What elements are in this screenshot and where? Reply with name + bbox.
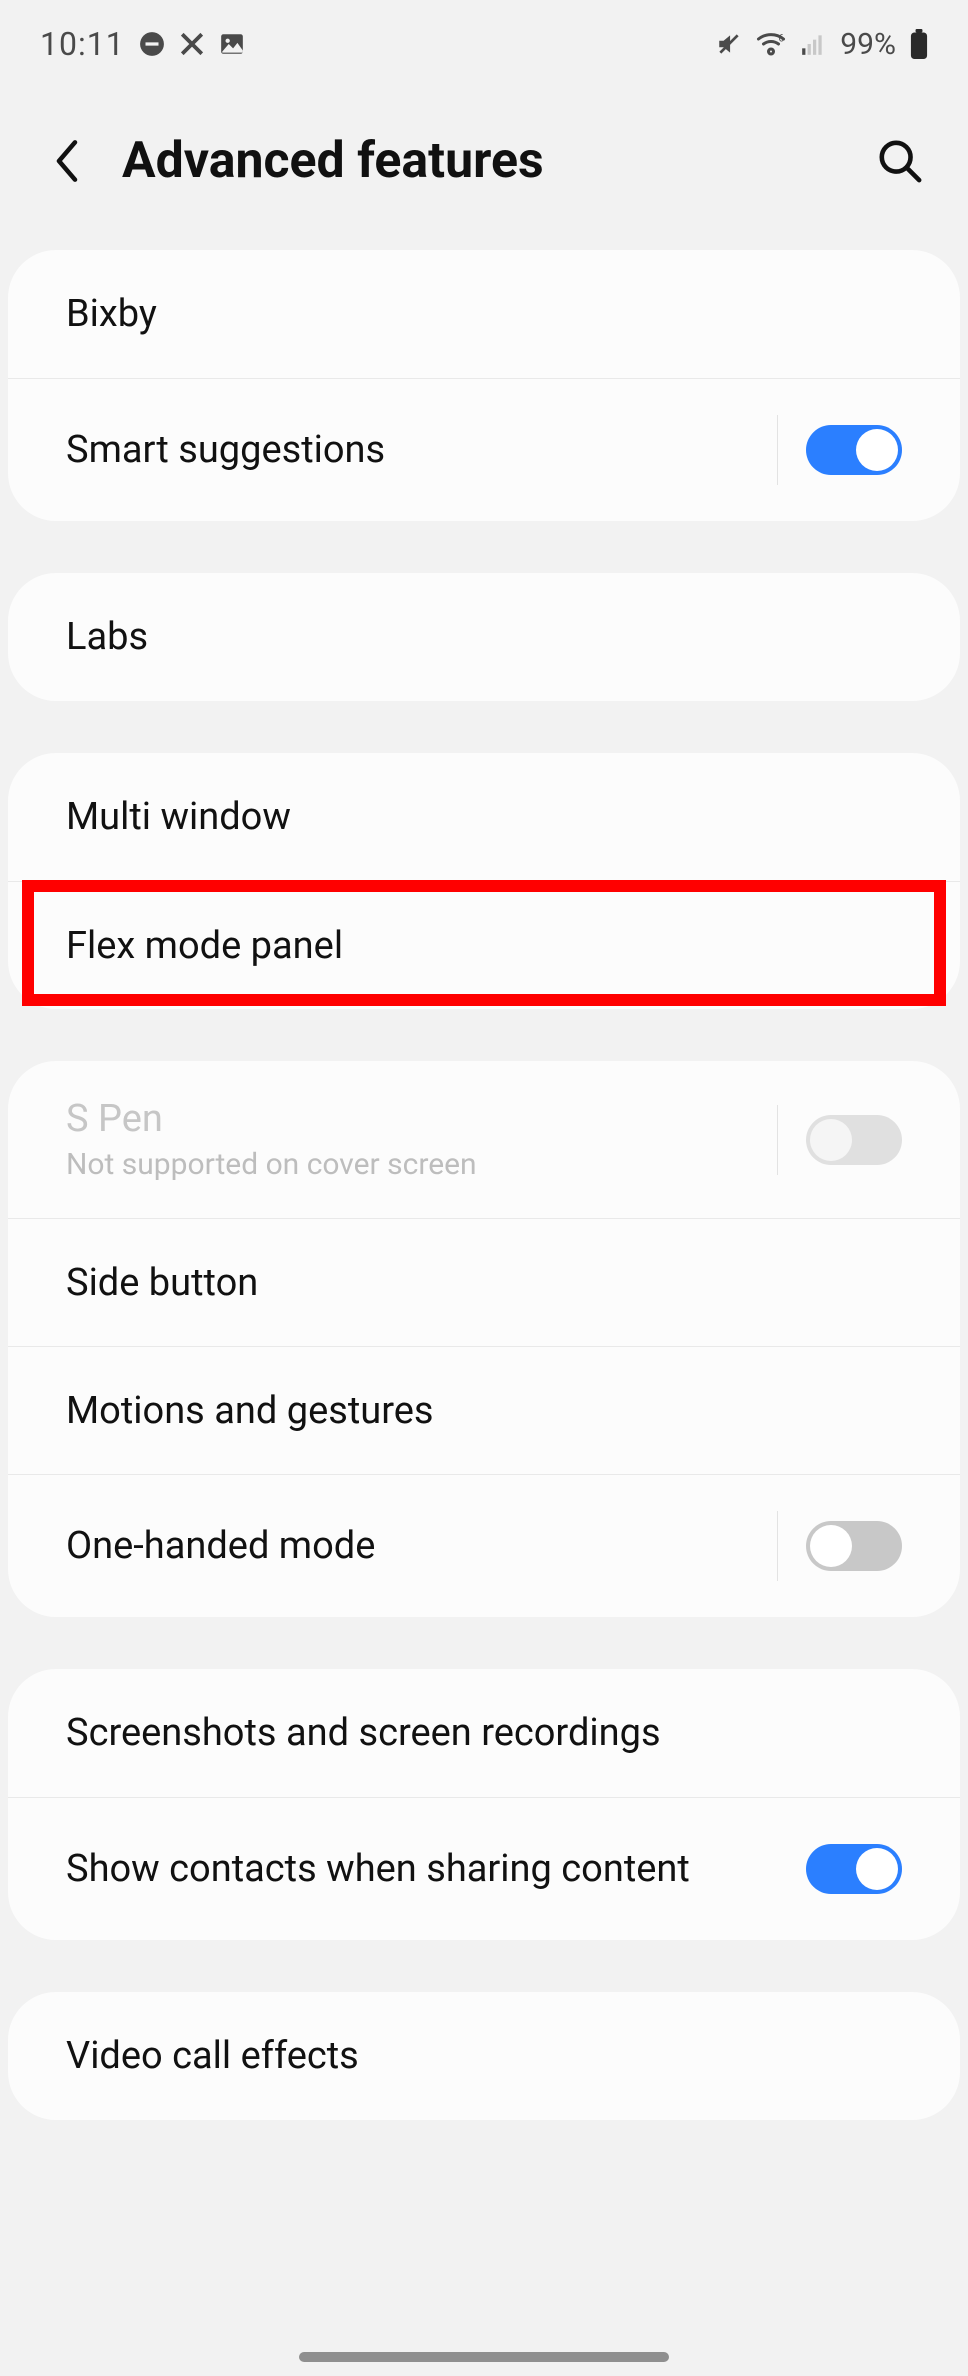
status-bar: 10:11 6 99% <box>0 0 968 88</box>
toggle-show-contacts-sharing[interactable] <box>806 1844 902 1894</box>
gallery-icon <box>219 31 245 57</box>
item-title: Motions and gestures <box>66 1389 902 1433</box>
item-title: Flex mode panel <box>66 924 902 968</box>
toggle-smart-suggestions[interactable] <box>806 425 902 475</box>
settings-item-flex-mode-panel[interactable]: Flex mode panel <box>8 881 960 1009</box>
toggle-wrap <box>777 1511 902 1581</box>
battery-icon <box>910 29 928 59</box>
item-title: Screenshots and screen recordings <box>66 1711 902 1755</box>
settings-group: Multi window Flex mode panel <box>8 753 960 1009</box>
toggle-wrap <box>777 1105 902 1175</box>
settings-item-motions-gestures[interactable]: Motions and gestures <box>8 1346 960 1474</box>
toggle-wrap <box>806 1834 902 1904</box>
battery-percentage: 99% <box>840 27 896 62</box>
back-button[interactable] <box>40 134 94 188</box>
mute-icon <box>716 31 742 57</box>
settings-item-one-handed-mode[interactable]: One-handed mode <box>8 1474 960 1617</box>
item-title: Multi window <box>66 795 902 839</box>
settings-item-bixby[interactable]: Bixby <box>8 250 960 378</box>
item-title: Labs <box>66 615 902 659</box>
settings-item-s-pen: S Pen Not supported on cover screen <box>8 1061 960 1218</box>
toggle-wrap <box>777 415 902 485</box>
settings-group: Labs <box>8 573 960 701</box>
settings-item-labs[interactable]: Labs <box>8 573 960 701</box>
item-title: Smart suggestions <box>66 428 777 472</box>
search-button[interactable] <box>872 133 928 189</box>
settings-item-screenshots-recordings[interactable]: Screenshots and screen recordings <box>8 1669 960 1797</box>
item-title: Show contacts when sharing content <box>66 1847 806 1891</box>
page-header: Advanced features <box>0 88 968 250</box>
item-subtitle: Not supported on cover screen <box>66 1147 777 1182</box>
x-app-icon <box>179 31 205 57</box>
item-title: Video call effects <box>66 2034 902 2078</box>
item-title: One-handed mode <box>66 1524 777 1568</box>
item-title: Bixby <box>66 292 902 336</box>
settings-group: Screenshots and screen recordings Show co… <box>8 1669 960 1940</box>
settings-item-smart-suggestions[interactable]: Smart suggestions <box>8 378 960 521</box>
toggle-one-handed-mode[interactable] <box>806 1521 902 1571</box>
settings-item-show-contacts-sharing[interactable]: Show contacts when sharing content <box>8 1797 960 1940</box>
do-not-disturb-icon <box>139 31 165 57</box>
page-title: Advanced features <box>122 132 844 190</box>
toggle-s-pen <box>806 1115 902 1165</box>
wifi-icon: 6 <box>756 31 786 57</box>
settings-group: S Pen Not supported on cover screen Side b… <box>8 1061 960 1617</box>
settings-item-video-call-effects[interactable]: Video call effects <box>8 1992 960 2120</box>
settings-group: Bixby Smart suggestions <box>8 250 960 521</box>
svg-text:6: 6 <box>779 34 785 45</box>
signal-icon <box>800 31 826 57</box>
status-time: 10:11 <box>40 25 125 63</box>
settings-group: Video call effects <box>8 1992 960 2120</box>
settings-list: Bixby Smart suggestions Labs Multi window Fl… <box>0 250 968 2120</box>
item-title: S Pen <box>66 1097 777 1141</box>
settings-item-multi-window[interactable]: Multi window <box>8 753 960 881</box>
item-title: Side button <box>66 1261 902 1305</box>
gesture-bar <box>299 2352 669 2362</box>
settings-item-side-button[interactable]: Side button <box>8 1218 960 1346</box>
